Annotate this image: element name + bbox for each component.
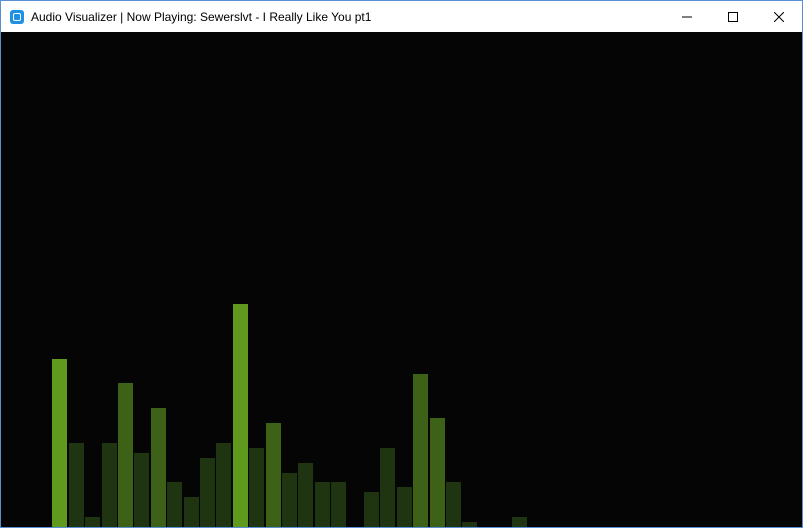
visualizer-bar (282, 473, 297, 527)
visualizer-bar (118, 383, 133, 527)
visualizer-bar (430, 418, 445, 527)
visualizer-bar (216, 443, 231, 527)
visualizer-bar (364, 492, 379, 527)
window-title: Audio Visualizer | Now Playing: Sewerslv… (31, 9, 372, 24)
app-window: Audio Visualizer | Now Playing: Sewerslv… (0, 0, 803, 528)
title-bar[interactable]: Audio Visualizer | Now Playing: Sewerslv… (1, 1, 802, 32)
maximize-icon (728, 11, 738, 22)
visualizer-bar (512, 517, 527, 527)
visualizer-bar (102, 443, 117, 527)
visualizer-bar (69, 443, 84, 527)
visualizer-bar (134, 453, 149, 527)
minimize-button[interactable] (664, 1, 710, 32)
visualizer-bar (298, 463, 313, 527)
visualizer-bar (200, 458, 215, 527)
window-controls (664, 1, 802, 32)
visualizer-bar (380, 448, 395, 527)
visualizer-bar (397, 487, 412, 527)
close-button[interactable] (756, 1, 802, 32)
minimize-icon (682, 16, 692, 17)
visualizer-bar (167, 482, 182, 527)
maximize-button[interactable] (710, 1, 756, 32)
visualizer-bar (462, 522, 477, 527)
visualizer-bar (413, 374, 428, 527)
visualizer-bar (249, 448, 264, 527)
visualizer-bar (184, 497, 199, 527)
visualizer-canvas (1, 32, 802, 527)
visualizer-bar (85, 517, 100, 527)
visualizer-bar (52, 359, 67, 527)
visualizer-bar (315, 482, 330, 527)
visualizer-bar (331, 482, 346, 527)
visualizer-bar (266, 423, 281, 527)
visualizer-bar (151, 408, 166, 527)
visualizer-bar (233, 304, 248, 527)
close-icon (774, 11, 784, 22)
visualizer-bar (446, 482, 461, 527)
app-icon (10, 9, 24, 24)
